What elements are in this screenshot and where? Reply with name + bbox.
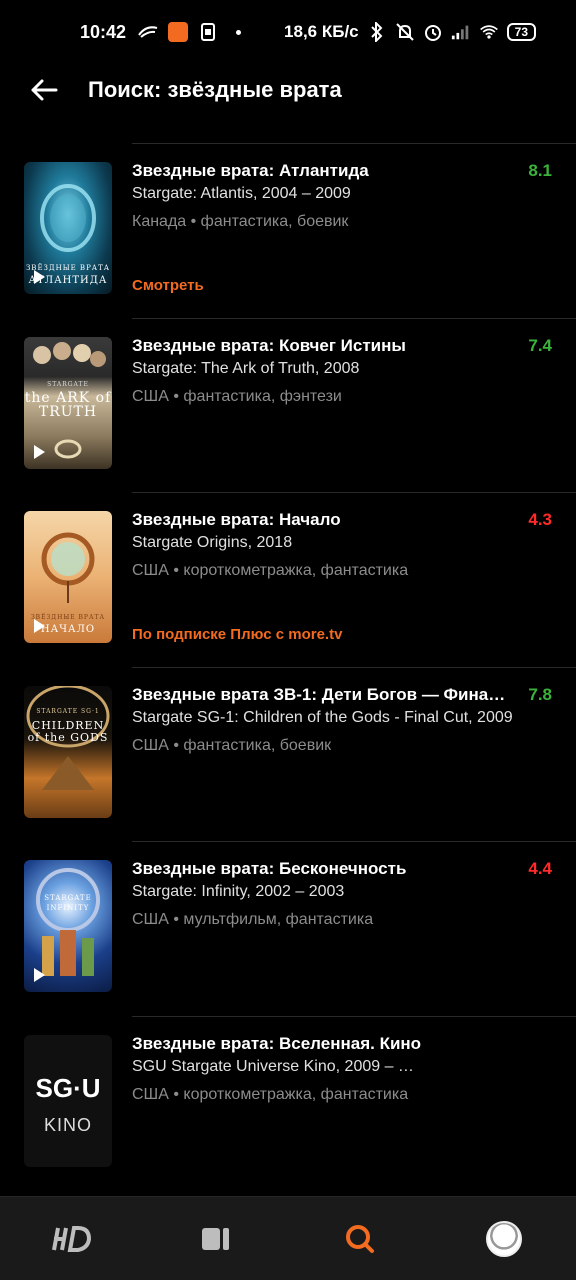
rating-badge: 7.8 <box>528 684 552 704</box>
result-original-title: Stargate: Atlantis, 2004 – 2009 <box>132 185 351 202</box>
search-results-list: ЗВЁЗДНЫЕ ВРАТА АТЛАНТИДА Звездные врата:… <box>0 143 576 1176</box>
poster-image: STARGATE INFINITY <box>24 860 112 992</box>
back-button[interactable] <box>24 70 64 110</box>
poster-text: SG·U <box>35 1072 101 1103</box>
result-item[interactable]: STARGATE the ARK of TRUTH Звездные врата… <box>24 317 576 493</box>
poster-text: KINO <box>43 1114 92 1135</box>
status-time: 10:42 <box>80 21 127 42</box>
result-item[interactable]: STARGATE SG·1 CHILDREN of the GODS Звезд… <box>24 666 576 842</box>
bottom-navigation <box>0 1196 576 1280</box>
poster-text: CHILDREN of the GODS <box>27 718 109 744</box>
swirl-app-icon <box>138 22 158 42</box>
alarm-icon <box>423 22 443 42</box>
wifi-icon <box>479 22 499 42</box>
result-original-title: Stargate: The Ark of Truth, 2008 <box>132 359 360 377</box>
result-item[interactable]: ЗВЁЗДНЫЕ ВРАТА АТЛАНТИДА Звездные врата:… <box>24 143 576 318</box>
result-title: Звездные врата: Начало <box>132 510 341 529</box>
search-icon <box>346 1224 374 1253</box>
notification-icons <box>138 22 248 42</box>
result-original-title: Stargate SG-1: Children of the Gods - Fi… <box>132 708 513 726</box>
poster-text: INFINITY <box>46 904 90 912</box>
result-meta: США • короткометражка, фантастика <box>132 1085 409 1103</box>
result-item[interactable]: SG·U KINO Звездные врата: Вселенная. Кин… <box>24 1015 576 1176</box>
poster-image: ЗВЁЗДНЫЕ ВРАТА АТЛАНТИДА <box>24 162 112 294</box>
nav-search[interactable] <box>330 1214 390 1264</box>
watch-link[interactable]: Смотреть <box>132 277 204 294</box>
rating-badge: 7.4 <box>528 335 552 355</box>
result-item[interactable]: ЗВЁЗДНЫЕ ВРАТА НАЧАЛО Звездные врата: На… <box>24 492 576 667</box>
app-header: Поиск: звёздные врата <box>0 64 576 116</box>
poster-text: the ARK of TRUTH <box>24 389 112 420</box>
result-meta: США • фантастика, фэнтези <box>132 387 342 405</box>
network-speed: 18,6 КБ/с <box>284 22 359 41</box>
result-original-title: Stargate: Infinity, 2002 – 2003 <box>132 883 345 900</box>
poster-text: STARGATE SG·1 <box>36 707 100 715</box>
library-icon <box>202 1227 229 1250</box>
play-icon <box>34 619 45 633</box>
bluetooth-icon <box>367 22 387 42</box>
subscription-link[interactable]: По подписке Плюс с more.tv <box>132 626 342 643</box>
profile-avatar <box>486 1220 522 1257</box>
result-meta: США • мультфильм, фантастика <box>132 911 374 928</box>
nav-home[interactable] <box>42 1214 102 1264</box>
poster-image: SG·U KINO <box>24 1034 112 1167</box>
battery-indicator: 73 <box>506 23 536 41</box>
play-icon <box>34 270 45 284</box>
result-item[interactable]: STARGATE INFINITY Звездные врата: Бескон… <box>24 841 576 1016</box>
result-title: Звездные врата: Атлантида <box>132 161 369 180</box>
result-meta: США • короткометражка, фантастика <box>132 562 409 579</box>
result-original-title: SGU Stargate Universe Kino, 2009 – … <box>132 1057 414 1075</box>
nav-profile[interactable] <box>474 1214 534 1264</box>
page-title: Поиск: звёздные врата <box>88 77 342 102</box>
poster-image: ЗВЁЗДНЫЕ ВРАТА НАЧАЛО <box>24 511 112 643</box>
signal-icon <box>451 22 471 42</box>
more-notifications-dot-icon <box>228 22 248 42</box>
orange-app-icon <box>168 22 189 42</box>
hd-logo-icon <box>52 1225 92 1252</box>
sim-card-icon <box>198 22 218 42</box>
result-title: Звездные врата: Вселенная. Кино <box>132 1033 422 1053</box>
result-meta: Канада • фантастика, боевик <box>132 213 349 230</box>
poster-text: STARGATE <box>44 894 92 902</box>
rating-badge: 4.4 <box>528 859 552 878</box>
poster-text: STARGATE <box>47 380 89 388</box>
poster-image: STARGATE the ARK of TRUTH <box>24 336 112 469</box>
play-icon <box>34 968 45 982</box>
system-icons: 18,6 КБ/с 73 <box>284 22 536 42</box>
result-meta: США • фантастика, боевик <box>132 736 332 754</box>
result-title: Звездные врата ЗВ-1: Дети Богов — Финаль… <box>132 684 516 704</box>
rating-badge: 4.3 <box>528 510 552 529</box>
result-original-title: Stargate Origins, 2018 <box>132 534 293 551</box>
play-icon <box>34 444 45 459</box>
poster-image: STARGATE SG·1 CHILDREN of the GODS <box>24 685 112 818</box>
nav-library[interactable] <box>186 1214 246 1264</box>
rating-badge: 8.1 <box>528 161 552 180</box>
result-title: Звездные врата: Бесконечность <box>132 859 407 878</box>
mute-bell-icon <box>395 22 415 42</box>
arrow-left-icon <box>31 79 58 101</box>
result-title: Звездные врата: Ковчег Истины <box>132 335 406 355</box>
status-bar: 10:42 18,6 КБ/с 73 <box>0 0 576 64</box>
